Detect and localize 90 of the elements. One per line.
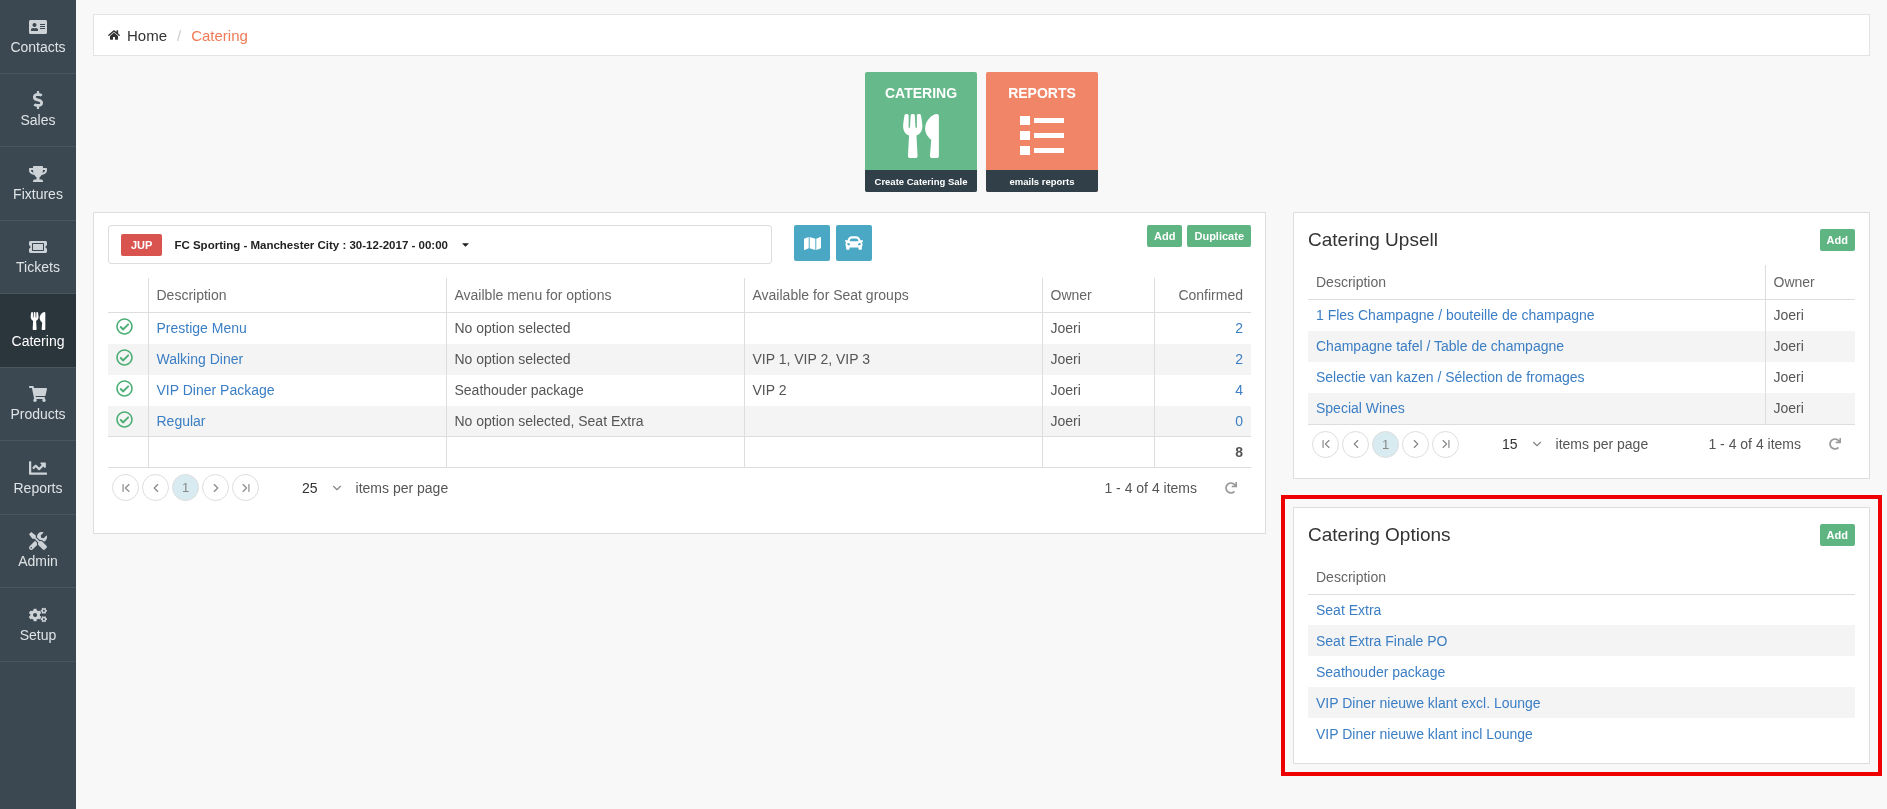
settings-icon bbox=[29, 605, 47, 624]
previous-page-button[interactable] bbox=[1342, 430, 1369, 458]
sidebar-item[interactable]: Products bbox=[0, 367, 76, 441]
page-size-label: items per page bbox=[355, 479, 449, 496]
description-link[interactable]: Seat Extra bbox=[1316, 601, 1382, 618]
add-button[interactable]: Add bbox=[1147, 225, 1183, 247]
table-cell: Joeri bbox=[1765, 361, 1855, 393]
sidebar-item[interactable]: Reports bbox=[0, 441, 76, 515]
add-button[interactable]: Add bbox=[1819, 229, 1855, 251]
breadcrumb-separator: / bbox=[177, 26, 182, 44]
description-link[interactable]: Walking Diner bbox=[156, 351, 244, 367]
refresh-icon[interactable] bbox=[1829, 438, 1841, 450]
map-icon bbox=[803, 234, 821, 252]
add-button[interactable]: Add bbox=[1819, 523, 1855, 546]
refresh-icon[interactable] bbox=[1225, 481, 1237, 494]
next-page-button[interactable] bbox=[202, 474, 229, 501]
column-header: Available for Seat groups bbox=[744, 278, 1042, 313]
car-button[interactable] bbox=[836, 225, 872, 261]
fixture-dropdown[interactable]: JUP FC Sporting - Manchester City : 30-12-2017 - 00:00 bbox=[108, 225, 772, 264]
tile-button[interactable]: CATERING Create Catering Sale bbox=[865, 72, 977, 192]
page-size-dropdown[interactable]: 25 bbox=[302, 479, 344, 496]
column-header: Description bbox=[148, 278, 446, 313]
confirmed-link[interactable]: 0 bbox=[1235, 412, 1243, 429]
table-cell: Joeri bbox=[1765, 392, 1855, 424]
panel-title: Catering Upsell bbox=[1308, 229, 1438, 251]
map-button[interactable] bbox=[794, 225, 830, 261]
duplicate-button[interactable]: Duplicate bbox=[1187, 225, 1251, 247]
description-link[interactable]: Seathouder package bbox=[1316, 663, 1446, 680]
cart-icon bbox=[29, 385, 47, 404]
first-page-button[interactable] bbox=[1312, 430, 1339, 458]
description-link[interactable]: 1 Fles Champagne / bouteille de champagne bbox=[1316, 307, 1595, 324]
sidebar-item[interactable]: Sales bbox=[0, 73, 76, 147]
table-cell: No option selected bbox=[446, 343, 744, 375]
cutlery-icon bbox=[29, 311, 47, 330]
description-link[interactable]: Prestige Menu bbox=[156, 320, 247, 337]
table-cell: No option selected bbox=[446, 312, 744, 344]
column-header: Confirmed bbox=[1154, 278, 1251, 313]
table-cell: Joeri bbox=[1042, 374, 1154, 406]
items-summary: 1 - 4 of 4 items bbox=[1708, 436, 1801, 452]
description-link[interactable]: VIP Diner Package bbox=[156, 382, 275, 398]
table-cell: Joeri bbox=[1042, 405, 1154, 437]
column-header: Description bbox=[1308, 559, 1855, 594]
car-icon bbox=[845, 234, 863, 252]
confirmed-link[interactable]: 2 bbox=[1235, 320, 1243, 337]
column-header: Owner bbox=[1765, 265, 1855, 300]
last-page-button[interactable] bbox=[232, 474, 259, 501]
page-size-label: items per page bbox=[1555, 436, 1649, 452]
description-link[interactable]: Champagne tafel / Table de champagne bbox=[1316, 338, 1565, 354]
items-summary: 1 - 4 of 4 items bbox=[1104, 479, 1197, 496]
panel-title: Catering Options bbox=[1308, 523, 1451, 546]
column-header: Description bbox=[1308, 265, 1765, 300]
confirmed-link[interactable]: 4 bbox=[1235, 382, 1243, 398]
table-cell: Joeri bbox=[1765, 330, 1855, 362]
description-link[interactable]: Seat Extra Finale PO bbox=[1316, 632, 1448, 649]
description-link[interactable]: Regular bbox=[156, 412, 206, 429]
table-cell: Joeri bbox=[1042, 312, 1154, 344]
page-size-dropdown[interactable]: 15 bbox=[1502, 436, 1544, 452]
table-cell: Joeri bbox=[1765, 299, 1855, 331]
table-cell: VIP 1, VIP 2, VIP 3 bbox=[744, 343, 1042, 375]
sidebar-item[interactable]: Setup bbox=[0, 588, 76, 662]
sidebar-item[interactable]: Contacts bbox=[0, 0, 76, 74]
contact-card-icon bbox=[29, 17, 47, 36]
line-chart-icon bbox=[29, 458, 47, 477]
column-header: Availble menu for options bbox=[446, 278, 744, 313]
sidebar-item[interactable]: Admin bbox=[0, 514, 76, 588]
description-link[interactable]: VIP Diner nieuwe klant incl Lounge bbox=[1316, 725, 1533, 742]
previous-page-button[interactable] bbox=[142, 474, 169, 501]
tools-icon bbox=[29, 532, 47, 551]
next-page-button[interactable] bbox=[1402, 430, 1429, 458]
breadcrumb-link[interactable]: Home bbox=[108, 26, 167, 44]
home-icon bbox=[108, 29, 120, 41]
description-link[interactable]: Special Wines bbox=[1316, 400, 1405, 416]
breadcrumb-link[interactable]: Catering bbox=[191, 26, 248, 44]
page-button[interactable]: 1 bbox=[172, 474, 199, 501]
page-button[interactable]: 1 bbox=[1372, 430, 1399, 458]
sidebar-item[interactable]: Catering bbox=[0, 294, 76, 368]
table-cell: VIP 2 bbox=[744, 374, 1042, 406]
table-cell: No option selected, Seat Extra bbox=[446, 405, 744, 437]
confirmed-link[interactable]: 2 bbox=[1235, 351, 1243, 367]
first-page-button[interactable] bbox=[112, 474, 139, 501]
tile-button[interactable]: REPORTS emails reports bbox=[986, 72, 1098, 192]
total-cell: 8 bbox=[1154, 436, 1251, 468]
description-link[interactable]: Selectie van kazen / Sélection de fromages bbox=[1316, 369, 1585, 385]
column-header: Owner bbox=[1042, 278, 1154, 313]
table-cell: Seathouder package bbox=[446, 374, 744, 406]
last-page-button[interactable] bbox=[1432, 430, 1459, 458]
trophy-icon bbox=[29, 164, 47, 183]
table-cell: Joeri bbox=[1042, 343, 1154, 375]
list-icon bbox=[1020, 115, 1064, 156]
sidebar-item[interactable]: Fixtures bbox=[0, 147, 76, 221]
